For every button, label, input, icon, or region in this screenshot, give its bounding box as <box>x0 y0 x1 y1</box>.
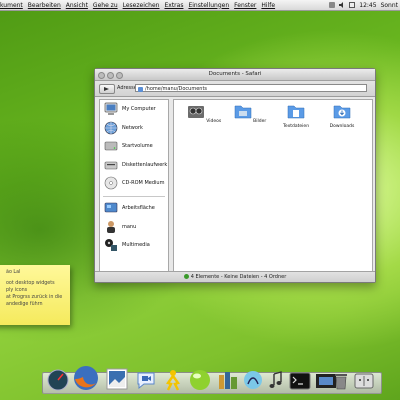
note-line: at Progrss zurück in die <box>6 295 63 300</box>
menu-view[interactable]: Ansicht <box>66 2 88 9</box>
sidebar-item-label: My Computer <box>122 106 156 112</box>
network-tray-icon[interactable] <box>329 2 336 8</box>
video-folder-icon <box>187 106 204 118</box>
dashboard-icon[interactable] <box>47 369 69 391</box>
home-user-icon <box>107 220 115 233</box>
mail-tray-icon[interactable] <box>349 2 356 8</box>
text-folder-icon <box>287 105 305 119</box>
folder-bilder[interactable]: Bilder <box>230 103 270 137</box>
close-button[interactable] <box>98 72 105 79</box>
sidebar-item-startvolume[interactable]: Startvolume <box>100 137 168 156</box>
terminal-icon[interactable] <box>289 371 311 391</box>
note-title: ão Lal <box>6 270 21 275</box>
note-line: andedige führn <box>6 302 43 307</box>
green-sphere-icon[interactable] <box>189 369 211 391</box>
note-line: oot desktop widgets <box>6 281 55 286</box>
status-text: 4 Elemente - Keine Dateien - 4 Ordner <box>190 274 287 280</box>
sidebar-item-label: manu <box>122 223 137 230</box>
file-label: Videos <box>206 119 222 124</box>
menu-settings[interactable]: Einstellungen <box>188 2 229 9</box>
sidebar-item-desktop[interactable]: Arbeitsfläche <box>100 199 168 218</box>
music-note-icon[interactable] <box>267 371 285 391</box>
sidebar-item-label: Startvolume <box>122 143 153 149</box>
desktop-icon <box>104 202 118 213</box>
preview-icon[interactable] <box>105 367 129 391</box>
window-title: Documents - Safari <box>208 71 262 77</box>
file-label: Downloads <box>329 124 355 129</box>
address-field[interactable]: /home/manu/Documents <box>135 84 367 92</box>
go-button[interactable] <box>99 84 115 94</box>
amarok-icon[interactable] <box>243 369 263 391</box>
maximize-button[interactable] <box>116 72 123 79</box>
hard-drive-icon <box>104 141 118 151</box>
sidebar-item-label: Diskettenlaufwerk <box>122 161 168 168</box>
file-label: Bilder <box>253 119 267 124</box>
file-view: Videos Bilder Textdateien Downloads <box>173 99 373 273</box>
sidebar-item-label: Arbeitsfläche <box>122 205 155 211</box>
volume-icon[interactable] <box>339 2 345 8</box>
clock[interactable]: 12:45 <box>359 2 376 9</box>
menu-go[interactable]: Gehe zu <box>93 2 118 9</box>
dock <box>42 366 382 394</box>
sidebar-divider <box>103 195 165 196</box>
window-titlebar[interactable]: Documents - Safari <box>95 69 375 81</box>
sidebar-item-label: Multimedia <box>122 242 150 248</box>
cdrom-icon <box>104 176 118 190</box>
sidebar-item-multimedia[interactable]: Multimedia <box>100 236 168 255</box>
note-line: ply icons <box>6 288 28 293</box>
folder-textdateien[interactable]: Textdateien <box>276 103 316 137</box>
menu-bookmarks[interactable]: Lesezeichen <box>123 2 160 9</box>
day-label: Sonnt <box>380 1 398 9</box>
sidebar-item-label: Network <box>122 124 143 131</box>
places-sidebar: My Computer Network Startvolume Diskette… <box>99 99 169 273</box>
trash-icon[interactable] <box>333 371 349 391</box>
multimedia-icon <box>105 239 117 251</box>
computer-icon <box>104 102 118 115</box>
books-icon[interactable] <box>217 369 239 391</box>
window-toolbar: Adresse: /home/manu/Documents <box>95 81 375 97</box>
menubar-tray: 12:45 Sonnt <box>329 0 398 10</box>
finder-icon[interactable] <box>353 371 375 391</box>
status-icon <box>183 274 189 279</box>
sidebar-item-my-computer[interactable]: My Computer <box>100 100 168 119</box>
sidebar-item-floppy[interactable]: Diskettenlaufwerk <box>100 156 168 175</box>
ichat-icon[interactable] <box>135 369 157 391</box>
folder-videos[interactable]: Videos <box>184 103 224 137</box>
menu-items: kument Bearbeiten Ansicht Gehe zu Leseze… <box>0 2 275 9</box>
folder-downloads[interactable]: Downloads <box>322 103 362 137</box>
sidebar-item-home[interactable]: manu <box>100 218 168 237</box>
menu-document[interactable]: kument <box>0 2 23 9</box>
address-folder-icon <box>138 86 143 92</box>
minimize-button[interactable] <box>107 72 114 79</box>
top-menubar: kument Bearbeiten Ansicht Gehe zu Leseze… <box>0 0 400 11</box>
firefox-icon[interactable] <box>73 365 99 391</box>
sidebar-item-network[interactable]: Network <box>100 119 168 138</box>
menu-edit[interactable]: Bearbeiten <box>28 2 61 9</box>
menu-window[interactable]: Fenster <box>234 2 256 9</box>
aim-icon[interactable] <box>163 369 183 391</box>
floppy-drive-icon <box>104 161 118 169</box>
menu-help[interactable]: Hilfe <box>261 2 275 9</box>
window-controls <box>98 72 123 79</box>
address-value: /home/manu/Documents <box>145 86 208 92</box>
downloads-folder-icon <box>333 105 351 119</box>
status-bar: 4 Elemente - Keine Dateien - 4 Ordner <box>95 271 375 282</box>
menu-tools[interactable]: Extras <box>164 2 183 9</box>
file-label: Textdateien <box>282 124 310 129</box>
sticky-note-widget[interactable]: ão Lal oot desktop widgets ply icons at … <box>0 265 70 325</box>
file-browser-window: Documents - Safari Adresse: /home/manu/D… <box>94 68 376 283</box>
sidebar-item-cdrom[interactable]: CD-ROM Medium <box>100 174 168 193</box>
network-icon <box>104 121 118 134</box>
sidebar-item-label: CD-ROM Medium <box>122 180 165 186</box>
pictures-folder-icon <box>234 105 251 119</box>
